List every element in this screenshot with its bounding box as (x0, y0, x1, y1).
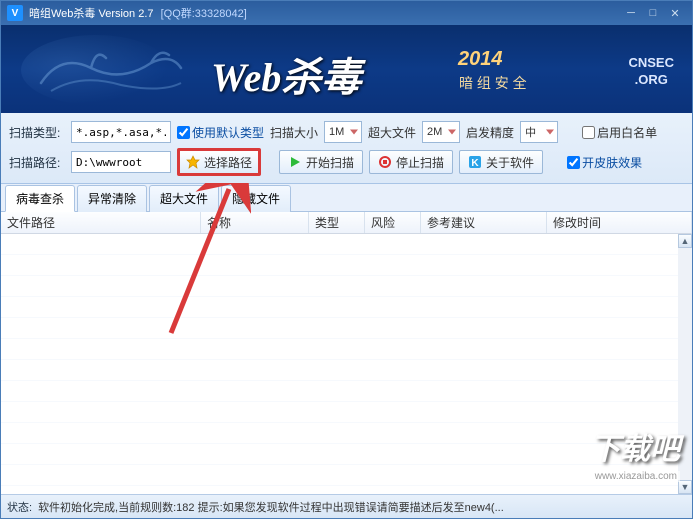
dragon-icon (31, 43, 191, 103)
stop-icon (378, 155, 392, 169)
vertical-scrollbar[interactable]: ▲ ▼ (678, 234, 692, 494)
toolbar-row-1: 扫描类型: 使用默认类型 扫描大小 1M 超大文件 2M 启发精度 中 启用白名… (9, 117, 684, 147)
toolbar-row-2: 扫描路径: 选择路径 开始扫描 停止扫描 (9, 147, 684, 177)
list-body[interactable] (1, 234, 678, 494)
statusbar: 状态: 软件初始化完成,当前规则数:182 提示:如果您发现软件过程中出现错误请… (1, 494, 692, 518)
tabs: 病毒查杀 异常清除 超大文件 隐藏文件 (1, 184, 692, 212)
col-type[interactable]: 类型 (309, 212, 365, 233)
tab-big-files[interactable]: 超大文件 (149, 185, 219, 212)
scan-path-input[interactable] (71, 151, 171, 173)
stop-scan-button[interactable]: 停止扫描 (369, 150, 453, 174)
big-file-label: 超大文件 (368, 124, 416, 141)
choose-path-button[interactable]: 选择路径 (177, 148, 261, 176)
scan-type-label: 扫描类型: (9, 124, 65, 141)
result-list: 文件路径 名称 类型 风险 参考建议 修改时间 ▲ ▼ (1, 212, 692, 494)
about-button[interactable]: K 关于软件 (459, 150, 543, 174)
precision-select[interactable]: 中 (520, 121, 558, 143)
col-risk[interactable]: 风险 (365, 212, 421, 233)
list-header: 文件路径 名称 类型 风险 参考建议 修改时间 (1, 212, 692, 234)
scroll-down-icon[interactable]: ▼ (678, 480, 692, 494)
precision-label: 启发精度 (466, 124, 514, 141)
banner: Web杀毒 2014 暗 组 安 全 CNSEC.ORG (1, 25, 692, 113)
scan-path-label: 扫描路径: (9, 154, 65, 171)
scroll-up-icon[interactable]: ▲ (678, 234, 692, 248)
minimize-button[interactable]: ─ (620, 4, 642, 22)
use-default-type-check[interactable] (177, 126, 190, 139)
tab-virus-scan[interactable]: 病毒查杀 (5, 185, 75, 212)
star-icon (186, 155, 200, 169)
status-text: 软件初始化完成,当前规则数:182 提示:如果您发现软件过程中出现错误请简要描述… (38, 499, 504, 515)
col-filepath[interactable]: 文件路径 (1, 212, 201, 233)
whitelist-checkbox[interactable]: 启用白名单 (582, 124, 657, 141)
close-button[interactable]: ✕ (664, 4, 686, 22)
toolbar: 扫描类型: 使用默认类型 扫描大小 1M 超大文件 2M 启发精度 中 启用白名… (1, 113, 692, 184)
big-file-select[interactable]: 2M (422, 121, 460, 143)
skin-checkbox[interactable]: 开皮肤效果 (567, 154, 642, 171)
use-default-type-checkbox[interactable]: 使用默认类型 (177, 124, 264, 141)
col-mtime[interactable]: 修改时间 (547, 212, 692, 233)
col-advice[interactable]: 参考建议 (421, 212, 547, 233)
maximize-button[interactable]: □ (642, 4, 664, 22)
play-icon (288, 155, 302, 169)
svg-text:K: K (471, 158, 479, 169)
app-logo-icon: V (7, 5, 23, 21)
brand-sub: 暗 组 安 全 (459, 73, 527, 93)
whitelist-check[interactable] (582, 126, 595, 139)
qq-group: [QQ群:33328042] (161, 8, 247, 20)
skin-check[interactable] (567, 156, 580, 169)
tab-anomaly-clean[interactable]: 异常清除 (77, 185, 147, 212)
col-name[interactable]: 名称 (201, 212, 309, 233)
app-window: V 暗组Web杀毒 Version 2.7 [QQ群:33328042] ─ □… (0, 0, 693, 519)
tab-hidden-files[interactable]: 隐藏文件 (221, 185, 291, 212)
start-scan-button[interactable]: 开始扫描 (279, 150, 363, 174)
window-buttons: ─ □ ✕ (620, 4, 686, 22)
brand-title: Web杀毒 (211, 45, 361, 103)
scan-type-input[interactable] (71, 121, 171, 143)
scan-size-select[interactable]: 1M (324, 121, 362, 143)
scan-size-label: 扫描大小 (270, 124, 318, 141)
app-title: 暗组Web杀毒 Version 2.7 [QQ群:33328042] (29, 5, 247, 21)
brand-org: CNSEC.ORG (628, 55, 674, 89)
status-label: 状态: (7, 499, 32, 515)
info-icon: K (468, 155, 482, 169)
brand-year: 2014 (458, 48, 503, 71)
titlebar: V 暗组Web杀毒 Version 2.7 [QQ群:33328042] ─ □… (1, 1, 692, 25)
